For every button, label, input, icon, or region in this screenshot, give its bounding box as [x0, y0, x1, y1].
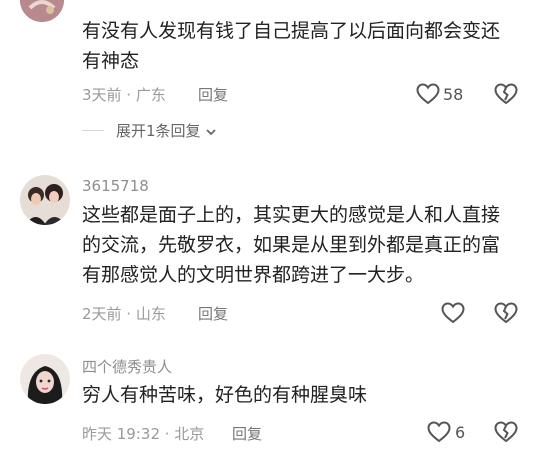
- username[interactable]: 四个德秀贵人: [82, 356, 172, 377]
- chevron-down-icon: [205, 123, 217, 141]
- broken-heart-icon[interactable]: [494, 83, 518, 109]
- avatar[interactable]: [20, 175, 70, 225]
- heart-outline-icon[interactable]: [427, 421, 451, 447]
- like-count: 6: [455, 423, 466, 442]
- divider: [82, 130, 104, 131]
- avatar-image: [20, 175, 70, 225]
- broken-heart-icon[interactable]: [494, 302, 518, 328]
- comment-line: 有那感觉人的文明世界都跨进了一大步。: [82, 264, 425, 286]
- comment-line: 的交流，先敬罗衣，如果是从里到外都是真正的富: [82, 234, 501, 256]
- expand-replies-button[interactable]: 展开1条回复: [116, 120, 217, 141]
- avatar-image: [20, 0, 64, 22]
- heart-outline-icon[interactable]: [416, 83, 440, 109]
- avatar-image: [20, 354, 70, 404]
- comment-meta: 昨天 19:32 · 北京: [82, 425, 205, 443]
- reply-button[interactable]: 回复: [198, 84, 228, 105]
- comment-text: 穷人有种苦味，好色的有种腥臭味: [82, 380, 367, 410]
- comment-text: 有没有人发现有钱了自己提高了以后面向都会变还 有神态: [82, 16, 500, 76]
- comment-meta: 2天前 · 山东: [82, 305, 166, 323]
- comment-line: 这些都是面子上的，其实更大的感觉是人和人直接: [82, 204, 501, 226]
- comment-line: 穷人有种苦味，好色的有种腥臭味: [82, 384, 368, 406]
- broken-heart-icon[interactable]: [494, 421, 518, 447]
- avatar[interactable]: [20, 0, 64, 22]
- comment-meta: 3天前 · 广东: [82, 86, 166, 104]
- comment-text: 这些都是面子上的，其实更大的感觉是人和人直接 的交流，先敬罗衣，如果是从里到外都…: [82, 200, 500, 290]
- comment-line: 有神态: [82, 50, 140, 72]
- avatar[interactable]: [20, 354, 70, 404]
- username[interactable]: 3615718: [82, 177, 149, 195]
- heart-outline-icon[interactable]: [441, 302, 465, 328]
- like-count: 58: [443, 85, 464, 104]
- reply-button[interactable]: 回复: [198, 303, 228, 324]
- reply-button[interactable]: 回复: [232, 423, 262, 444]
- expand-label: 展开1条回复: [116, 122, 201, 140]
- comment-line: 有没有人发现有钱了自己提高了以后面向都会变还: [82, 20, 501, 42]
